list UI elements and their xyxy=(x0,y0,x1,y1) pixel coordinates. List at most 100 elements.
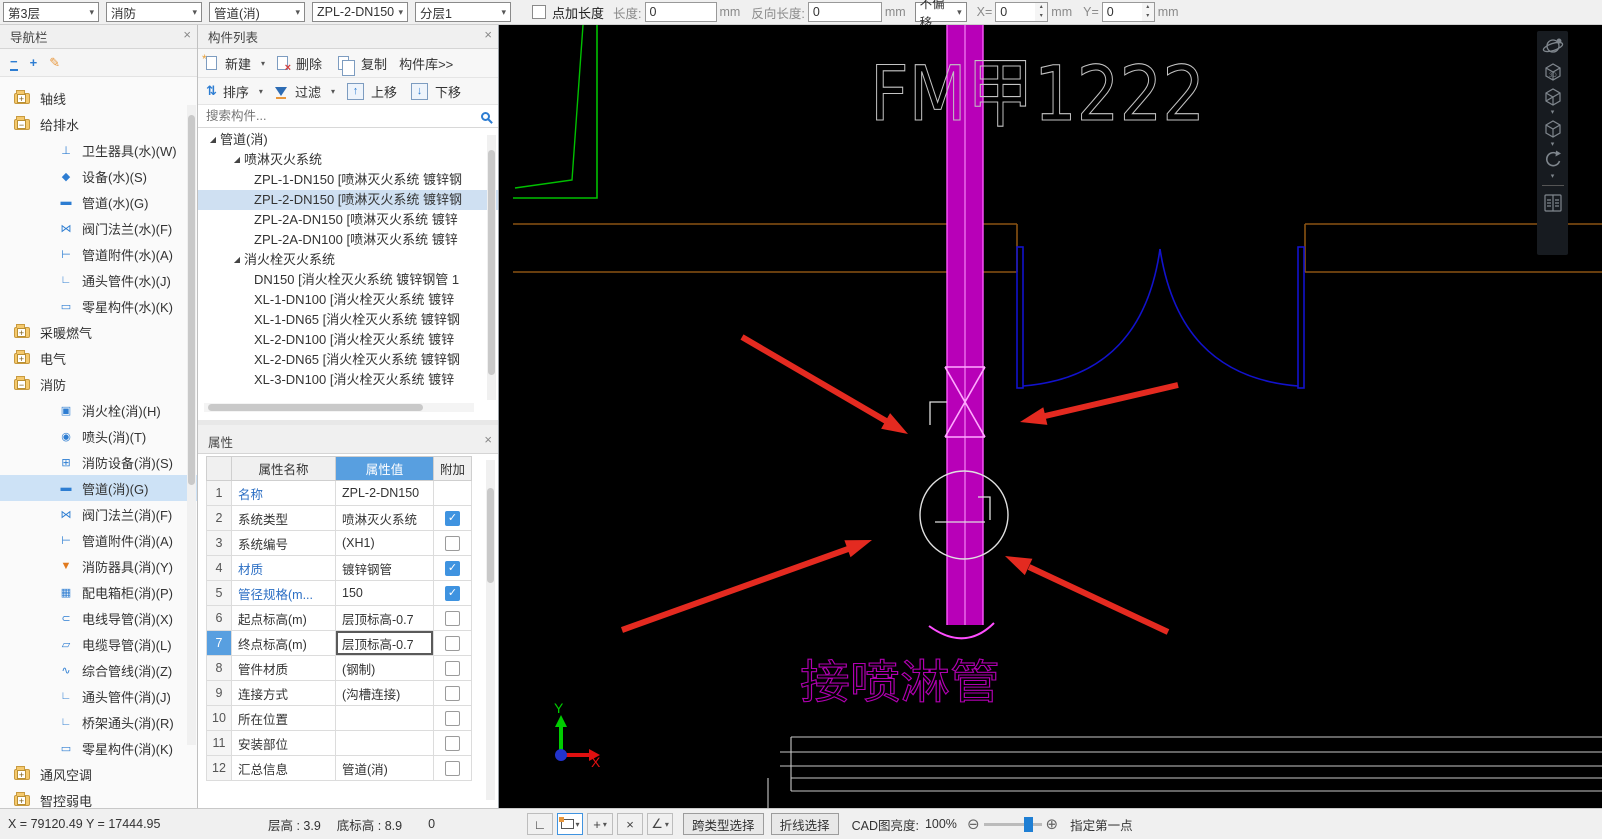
copy-button[interactable]: 复制 xyxy=(361,54,387,73)
cad-door-label[interactable]: FM甲1222 xyxy=(870,49,1205,138)
checkbox-unchecked[interactable] xyxy=(445,536,460,551)
move-down-button[interactable]: 下移 xyxy=(435,82,461,101)
property-value[interactable]: ZPL-2-DN150 xyxy=(336,481,434,506)
chevron-down-icon[interactable]: ▾ xyxy=(603,820,607,829)
component-row[interactable]: ZPL-1-DN150 [喷淋灭火系统 镀锌钢 xyxy=(198,170,498,190)
sidebar-item[interactable]: ◆设备(水)(S) xyxy=(0,163,197,189)
display-settings-icon[interactable] xyxy=(1541,191,1565,215)
sidebar-group[interactable]: +智控弱电 xyxy=(0,787,197,808)
chevron-down-icon[interactable]: ▾ xyxy=(331,87,335,96)
component-group-row[interactable]: ◢消火栓灭火系统 xyxy=(198,250,498,270)
door-leaf-right[interactable] xyxy=(1298,247,1304,388)
length-input[interactable] xyxy=(645,2,717,22)
wireframe-view-icon[interactable] xyxy=(1541,85,1565,109)
point-add-length-checkbox[interactable] xyxy=(532,5,546,19)
component-row[interactable]: ZPL-2A-DN150 [喷淋灭火系统 镀锌 xyxy=(198,210,498,230)
spinner-up-icon[interactable]: ▴ xyxy=(1035,3,1047,12)
checkbox-unchecked[interactable] xyxy=(445,611,460,626)
property-row[interactable]: 5管径规格(m...150✓ xyxy=(206,581,498,606)
y-stepper-arrows[interactable]: ▴ ▾ xyxy=(1142,2,1155,22)
filter-button[interactable]: 过滤 xyxy=(295,82,321,101)
tree-expanded-icon[interactable]: ◢ xyxy=(230,250,244,270)
cad-wall-lines[interactable] xyxy=(513,224,1602,272)
collapse-all-icon[interactable]: − xyxy=(10,54,18,71)
property-row[interactable]: 2系统类型喷淋灭火系统✓ xyxy=(206,506,498,531)
sidebar-item[interactable]: ▬管道(消)(G) xyxy=(0,475,197,501)
property-row[interactable]: 9连接方式(沟槽连接) xyxy=(206,681,498,706)
cad-canvas[interactable]: FM甲1222 接喷淋管 Y X xyxy=(499,25,1602,808)
checkbox-unchecked[interactable] xyxy=(445,711,460,726)
cross-select-tool[interactable]: × xyxy=(617,813,643,835)
brightness-slider[interactable] xyxy=(984,823,1042,826)
component-group-row[interactable]: ◢管道(消) xyxy=(198,130,498,150)
x-stepper-arrows[interactable]: ▴ ▾ xyxy=(1035,2,1048,22)
property-row[interactable]: 4材质镀锌钢管✓ xyxy=(206,556,498,581)
door-swing-arc[interactable] xyxy=(1160,249,1298,386)
sidebar-item[interactable]: ⊂电线导管(消)(X) xyxy=(0,605,197,631)
chevron-down-icon[interactable]: ▾ xyxy=(1551,142,1555,148)
discipline-select[interactable]: 消防 ▾ xyxy=(106,2,202,22)
sidebar-item[interactable]: ▭零星构件(消)(K) xyxy=(0,735,197,761)
property-value[interactable] xyxy=(336,706,434,731)
property-row[interactable]: 10所在位置 xyxy=(206,706,498,731)
sidebar-group[interactable]: −给排水 xyxy=(0,111,197,137)
sidebar-item[interactable]: ∟通头管件(消)(J) xyxy=(0,683,197,709)
component-scrollbar[interactable] xyxy=(487,135,496,400)
component-search-input[interactable] xyxy=(206,109,481,123)
property-row[interactable]: 6起点标高(m)层顶标高-0.7 xyxy=(206,606,498,631)
sidebar-item[interactable]: ▦配电箱柜(消)(P) xyxy=(0,579,197,605)
property-scrollbar-thumb[interactable] xyxy=(487,488,494,583)
x-offset-input[interactable] xyxy=(995,2,1035,22)
property-row[interactable]: 8管件材质(钢制) xyxy=(206,656,498,681)
sidebar-item[interactable]: ▼消防器具(消)(Y) xyxy=(0,553,197,579)
red-arrow[interactable] xyxy=(742,337,908,434)
door-leaf-left[interactable] xyxy=(1017,247,1023,388)
sidebar-item[interactable]: ⊞消防设备(消)(S) xyxy=(0,449,197,475)
tree-expanded-icon[interactable]: ◢ xyxy=(206,130,220,150)
property-value[interactable]: 管道(消) xyxy=(336,756,434,781)
tree-expanded-icon[interactable]: ◢ xyxy=(230,150,244,170)
checkbox-unchecked[interactable] xyxy=(445,761,460,776)
door-swing-arc[interactable] xyxy=(1023,249,1160,386)
property-value[interactable]: (XH1) xyxy=(336,531,434,556)
red-arrow[interactable] xyxy=(1005,556,1168,632)
property-value[interactable]: (钢制) xyxy=(336,656,434,681)
chevron-down-icon[interactable]: ▾ xyxy=(1551,174,1555,180)
brightness-minus-icon[interactable]: ⊖ xyxy=(967,815,980,833)
checkbox-unchecked[interactable] xyxy=(445,661,460,676)
cad-double-door[interactable] xyxy=(1017,247,1304,388)
floor-select[interactable]: 第3层 ▾ xyxy=(3,2,99,22)
sidebar-item[interactable]: ∟桥架通头(消)(R) xyxy=(0,709,197,735)
property-row[interactable]: 7终点标高(m)层顶标高-0.7 xyxy=(206,631,498,656)
component-row[interactable]: XL-2-DN100 [消火栓灭火系统 镀锌 xyxy=(198,330,498,350)
checkbox-unchecked[interactable] xyxy=(445,686,460,701)
nav-scrollbar-thumb[interactable] xyxy=(188,115,195,485)
component-row[interactable]: XL-3-DN100 [消火栓灭火系统 镀锌 xyxy=(198,370,498,388)
component-scrollbar-thumb[interactable] xyxy=(488,150,495,375)
sidebar-item[interactable]: ∟通头管件(水)(J) xyxy=(0,267,197,293)
component-row[interactable]: DN150 [消火栓灭火系统 镀锌钢管 1 xyxy=(198,270,498,290)
sidebar-group[interactable]: +通风空调 xyxy=(0,761,197,787)
view-3d-icon[interactable]: 3D xyxy=(1541,60,1565,84)
property-row[interactable]: 12汇总信息管道(消) xyxy=(206,756,498,781)
checkbox-checked[interactable]: ✓ xyxy=(445,561,460,576)
shaded-view-icon[interactable] xyxy=(1541,117,1565,141)
sidebar-item[interactable]: ⊢管道附件(水)(A) xyxy=(0,241,197,267)
spinner-down-icon[interactable]: ▾ xyxy=(1035,12,1047,21)
component-row[interactable]: XL-2-DN65 [消火栓灭火系统 镀锌钢 xyxy=(198,350,498,370)
spinner-down-icon[interactable]: ▾ xyxy=(1142,12,1154,21)
sidebar-item[interactable]: ▱电缆导管(消)(L) xyxy=(0,631,197,657)
property-row[interactable]: 11安装部位 xyxy=(206,731,498,756)
sidebar-group[interactable]: −消防 xyxy=(0,371,197,397)
angle-snap-tool[interactable]: ∠ ▾ xyxy=(647,813,673,835)
component-row[interactable]: XL-1-DN65 [消火栓灭火系统 镀锌钢 xyxy=(198,310,498,330)
y-offset-input[interactable] xyxy=(1102,2,1142,22)
property-value[interactable]: 150 xyxy=(336,581,434,606)
move-up-button[interactable]: 上移 xyxy=(371,82,397,101)
sidebar-item[interactable]: ⊥卫生器具(水)(W) xyxy=(0,137,197,163)
brightness-slider-thumb[interactable] xyxy=(1024,817,1033,832)
sidebar-item[interactable]: ∿综合管线(消)(Z) xyxy=(0,657,197,683)
checkbox-unchecked[interactable] xyxy=(445,636,460,651)
component-group-row[interactable]: ◢喷淋灭火系统 xyxy=(198,150,498,170)
component-hscrollbar-thumb[interactable] xyxy=(208,404,423,411)
